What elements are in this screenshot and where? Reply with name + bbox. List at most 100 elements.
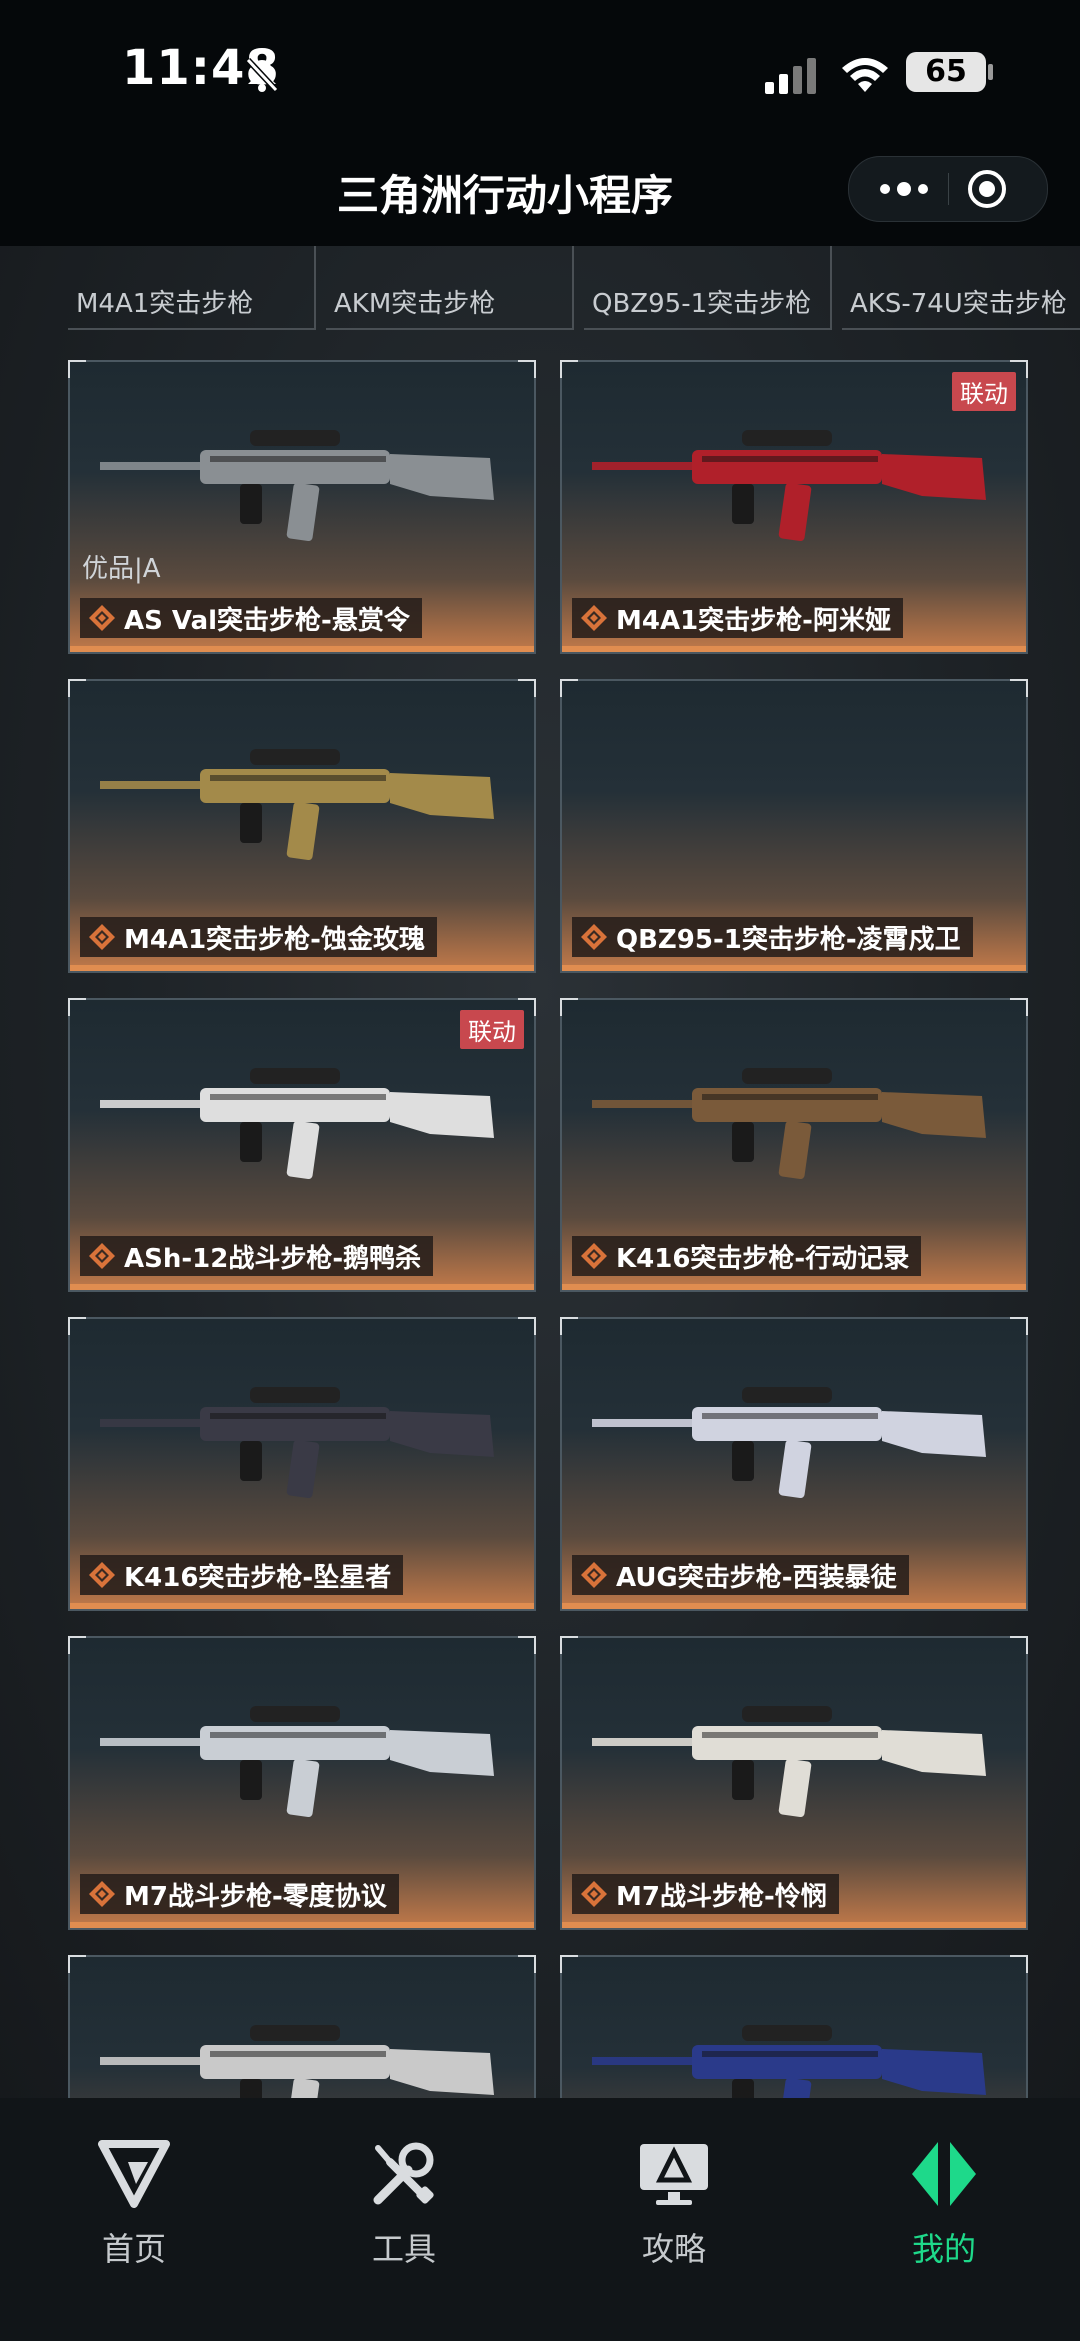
nav-home[interactable]: 首页	[54, 2138, 214, 2270]
skin-name-tag: M7战斗步枪-零度协议	[80, 1874, 399, 1914]
rarity-diamond-icon	[581, 1243, 607, 1269]
weapon-image	[100, 1068, 494, 1180]
skin-name: K416突击步枪-行动记录	[616, 1243, 910, 1274]
weapon-image	[592, 430, 986, 542]
skin-name: QBZ95-1突击步枪-凌霄戍卫	[616, 924, 961, 955]
tab-aks74u[interactable]: AKS-74U突击步枪	[842, 246, 1080, 330]
rarity-diamond-icon	[89, 1562, 115, 1588]
card-corner	[68, 679, 86, 697]
rarity-diamond-icon	[581, 1562, 607, 1588]
skin-card[interactable]: QBZ95-1突击步枪-凌霄戍卫	[560, 679, 1028, 973]
skin-name: M7战斗步枪-零度协议	[124, 1881, 387, 1912]
rarity-diamond-icon	[89, 605, 115, 631]
skin-name: K416突击步枪-坠星者	[124, 1562, 392, 1593]
card-corner	[518, 360, 536, 378]
bell-muted-icon	[245, 57, 279, 93]
skin-name: ASh-12战斗步枪-鹅鸭杀	[124, 1243, 422, 1274]
nav-guide[interactable]: 攻略	[594, 2138, 754, 2270]
skin-card[interactable]: AUG突击步枪-西装暴徒	[560, 1317, 1028, 1611]
weapon-image	[592, 1706, 986, 1818]
nav-profile[interactable]: 我的	[864, 2138, 1024, 2270]
skin-name-tag: AS Val突击步枪-悬赏令	[80, 598, 422, 638]
tab-label: M4A1突击步枪	[76, 289, 254, 319]
bottom-nav: 首页 工具 攻略 我的	[0, 2098, 1080, 2341]
skin-card[interactable]: 联动 M4A1突击步枪-阿米娅	[560, 360, 1028, 654]
weapon-image	[100, 430, 494, 542]
skin-name: M4A1突击步枪-阿米娅	[616, 605, 891, 636]
skin-card[interactable]: 优品|A AS Val突击步枪-悬赏令	[68, 360, 536, 654]
skin-name-tag: M4A1突击步枪-蚀金玫瑰	[80, 917, 437, 957]
skin-card[interactable]: M7战斗步枪-零度协议	[68, 1636, 536, 1930]
mini-program-header: 三角洲行动小程序	[0, 140, 1080, 246]
tools-icon	[373, 2142, 434, 2205]
nav-home-label: 首页	[101, 2230, 166, 2268]
collab-badge: 联动	[460, 1010, 524, 1049]
skin-name-tag: QBZ95-1突击步枪-凌霄戍卫	[572, 917, 973, 957]
skin-name: M4A1突击步枪-蚀金玫瑰	[124, 924, 425, 955]
status-bar: 11:48 65	[0, 0, 1080, 140]
weapon-image	[100, 2025, 494, 2098]
weapon-image	[592, 1387, 986, 1499]
signal-icon	[765, 58, 816, 94]
rarity-diamond-icon	[581, 605, 607, 631]
card-corner	[68, 360, 86, 378]
skin-list-content[interactable]: M4A1突击步枪 AKM突击步枪 QBZ95-1突击步枪 AKS-74U突击步枪…	[0, 246, 1080, 2098]
battery-cap	[988, 64, 993, 80]
card-corner	[1010, 1955, 1028, 1973]
skin-card[interactable]	[560, 1955, 1028, 2098]
skin-card[interactable]: K416突击步枪-行动记录	[560, 998, 1028, 1292]
nav-guide-label: 攻略	[641, 2230, 706, 2268]
card-corner	[518, 679, 536, 697]
card-corner	[560, 998, 578, 1016]
card-corner	[68, 998, 86, 1016]
card-corner	[560, 1955, 578, 1973]
skin-name-tag: M4A1突击步枪-阿米娅	[572, 598, 903, 638]
rarity-diamond-icon	[581, 1881, 607, 1907]
card-corner	[518, 1955, 536, 1973]
card-corner	[560, 1636, 578, 1654]
weapon-image	[592, 2025, 986, 2098]
card-corner	[518, 1317, 536, 1335]
card-corner	[560, 360, 578, 378]
weapon-image	[100, 1706, 494, 1818]
collab-badge: 联动	[952, 372, 1016, 411]
skin-name: AUG突击步枪-西装暴徒	[616, 1562, 897, 1593]
rarity-diamond-icon	[89, 924, 115, 950]
skin-name: AS Val突击步枪-悬赏令	[124, 605, 410, 636]
card-corner	[1010, 1317, 1028, 1335]
skin-card[interactable]: K416突击步枪-坠星者	[68, 1317, 536, 1611]
weapon-image	[592, 1068, 986, 1180]
battery-indicator: 65	[906, 52, 986, 92]
skin-card[interactable]	[68, 1955, 536, 2098]
skin-name-tag: ASh-12战斗步枪-鹅鸭杀	[80, 1236, 434, 1276]
rarity-diamond-icon	[581, 924, 607, 950]
skin-card[interactable]: M7战斗步枪-怜悯	[560, 1636, 1028, 1930]
rarity-diamond-icon	[89, 1243, 115, 1269]
weapon-image	[100, 749, 494, 861]
tab-label: QBZ95-1突击步枪	[592, 289, 812, 319]
skin-name: M7战斗步枪-怜悯	[616, 1881, 827, 1912]
card-corner	[68, 1636, 86, 1654]
card-corner	[1010, 1636, 1028, 1654]
tab-qbz95[interactable]: QBZ95-1突击步枪	[584, 246, 832, 330]
skin-name-tag: K416突击步枪-行动记录	[572, 1236, 922, 1276]
nav-profile-label: 我的	[911, 2230, 976, 2268]
card-corner	[1010, 679, 1028, 697]
profile-logo-icon	[912, 2142, 976, 2206]
tab-label: AKS-74U突击步枪	[850, 289, 1067, 319]
skin-name-tag: M7战斗步枪-怜悯	[572, 1874, 839, 1914]
rarity-diamond-icon	[89, 1881, 115, 1907]
capsule-menu	[848, 156, 1048, 222]
weapon-image	[100, 1387, 494, 1499]
more-dots-icon[interactable]	[877, 175, 931, 203]
tab-m4a1[interactable]: M4A1突击步枪	[68, 246, 316, 330]
nav-tools[interactable]: 工具	[324, 2138, 484, 2270]
skin-card[interactable]: M4A1突击步枪-蚀金玫瑰	[68, 679, 536, 973]
card-corner	[518, 1636, 536, 1654]
close-target-icon[interactable]	[967, 169, 1007, 209]
quality-label: 优品|A	[82, 554, 161, 584]
tab-label: AKM突击步枪	[334, 289, 496, 319]
weapon-category-tabs: M4A1突击步枪 AKM突击步枪 QBZ95-1突击步枪 AKS-74U突击步枪	[0, 246, 1080, 330]
skin-card[interactable]: 联动 ASh-12战斗步枪-鹅鸭杀	[68, 998, 536, 1292]
tab-akm[interactable]: AKM突击步枪	[326, 246, 574, 330]
